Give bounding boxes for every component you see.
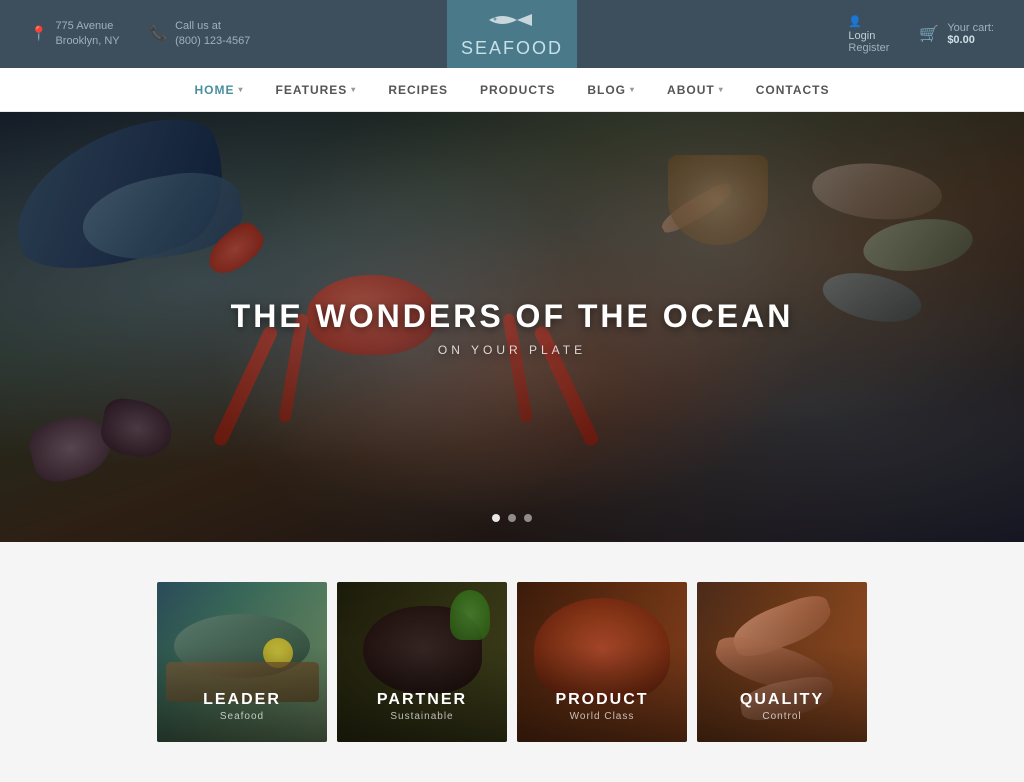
category-product-label: PRODUCT World Class — [517, 691, 687, 722]
top-bar-right: 👤 Login Register 🛒 Your cart: $0.00 — [848, 15, 994, 54]
category-leader-label: LEADER Seafood — [157, 691, 327, 722]
nav-item-home[interactable]: HOME ▾ — [179, 68, 260, 112]
top-bar-left: 📍 775 Avenue Brooklyn, NY 📞 Call us at (… — [30, 19, 250, 50]
category-partner-sub: Sustainable — [337, 711, 507, 722]
address-line2: Brooklyn, NY — [55, 34, 119, 49]
cart-area[interactable]: 🛒 Your cart: $0.00 — [919, 22, 994, 46]
location-icon: 📍 — [30, 24, 47, 44]
nav-item-blog[interactable]: BLOG ▾ — [571, 68, 651, 112]
phone-label: Call us at — [175, 19, 250, 34]
category-product-sub: World Class — [517, 711, 687, 722]
nav-link-recipes[interactable]: RECIPES — [372, 68, 464, 112]
cart-label: Your cart: — [947, 22, 994, 34]
phone-text: Call us at (800) 123-4567 — [175, 19, 250, 50]
fish-svg — [487, 10, 537, 30]
address-text: 775 Avenue Brooklyn, NY — [55, 19, 119, 50]
category-product-title: PRODUCT — [517, 691, 687, 709]
nav-link-blog[interactable]: BLOG ▾ — [571, 68, 651, 112]
cart-price: $0.00 — [947, 34, 994, 46]
nav-label-blog: BLOG — [587, 68, 626, 112]
category-product[interactable]: PRODUCT World Class — [517, 582, 687, 742]
phone-icon: 📞 — [150, 24, 167, 44]
logo-food: FOOD — [503, 38, 563, 58]
nav-link-products[interactable]: PRODUCTS — [464, 68, 571, 112]
nav-label-about: ABOUT — [667, 68, 715, 112]
phone-number: (800) 123-4567 — [175, 34, 250, 49]
nav-arrow-blog: ▾ — [630, 68, 635, 112]
category-quality-sub: Control — [697, 711, 867, 722]
address-line1: 775 Avenue — [55, 19, 119, 34]
hero-content: THE WONDERS OF THE OCEAN ON YOUR PLATE — [231, 298, 794, 357]
nav-item-about[interactable]: ABOUT ▾ — [651, 68, 740, 112]
address-info: 📍 775 Avenue Brooklyn, NY — [30, 19, 120, 50]
nav-label-contacts: CONTACTS — [756, 68, 830, 112]
phone-info: 📞 Call us at (800) 123-4567 — [150, 19, 251, 50]
nav-link-home[interactable]: HOME ▾ — [179, 68, 260, 112]
user-icon: 👤 — [848, 15, 862, 28]
slider-dot-1[interactable] — [492, 514, 500, 522]
hero-title: THE WONDERS OF THE OCEAN — [231, 298, 794, 335]
cart-info: Your cart: $0.00 — [947, 22, 994, 46]
nav-link-contacts[interactable]: CONTACTS — [740, 68, 846, 112]
nav-arrow-home: ▾ — [239, 68, 244, 112]
slider-dot-3[interactable] — [524, 514, 532, 522]
main-nav: HOME ▾ FEATURES ▾ RECIPES PRODUCTS BLOG … — [0, 68, 1024, 112]
nav-label-products: PRODUCTS — [480, 68, 555, 112]
register-label[interactable]: Register — [848, 42, 889, 54]
logo[interactable]: SEAFOOD — [447, 0, 577, 68]
category-leader[interactable]: LEADER Seafood — [157, 582, 327, 742]
logo-text: SEAFOOD — [461, 38, 563, 59]
category-partner[interactable]: PARTNER Sustainable — [337, 582, 507, 742]
nav-label-home: HOME — [195, 68, 235, 112]
login-label[interactable]: Login — [848, 30, 875, 42]
nav-label-recipes: RECIPES — [388, 68, 448, 112]
nav-arrow-about: ▾ — [719, 68, 724, 112]
top-bar: 📍 775 Avenue Brooklyn, NY 📞 Call us at (… — [0, 0, 1024, 68]
nav-arrow-features: ▾ — [351, 68, 356, 112]
category-leader-sub: Seafood — [157, 711, 327, 722]
nav-link-about[interactable]: ABOUT ▾ — [651, 68, 740, 112]
category-partner-label: PARTNER Sustainable — [337, 691, 507, 722]
category-section: LEADER Seafood PARTNER Sustainable PRODU… — [0, 542, 1024, 782]
category-partner-title: PARTNER — [337, 691, 507, 709]
slider-dot-2[interactable] — [508, 514, 516, 522]
category-quality-label: QUALITY Control — [697, 691, 867, 722]
hero-section: THE WONDERS OF THE OCEAN ON YOUR PLATE — [0, 112, 1024, 542]
nav-item-features[interactable]: FEATURES ▾ — [260, 68, 373, 112]
nav-item-products[interactable]: PRODUCTS — [464, 68, 571, 112]
login-area[interactable]: 👤 Login Register — [848, 15, 889, 54]
nav-item-contacts[interactable]: CONTACTS — [740, 68, 846, 112]
nav-list: HOME ▾ FEATURES ▾ RECIPES PRODUCTS BLOG … — [179, 68, 846, 112]
nav-label-features: FEATURES — [276, 68, 348, 112]
logo-fish-icon — [487, 10, 537, 36]
category-quality[interactable]: QUALITY Control — [697, 582, 867, 742]
logo-sea: SEA — [461, 38, 503, 58]
category-quality-title: QUALITY — [697, 691, 867, 709]
cart-icon: 🛒 — [919, 24, 939, 44]
nav-item-recipes[interactable]: RECIPES — [372, 68, 464, 112]
category-leader-title: LEADER — [157, 691, 327, 709]
nav-link-features[interactable]: FEATURES ▾ — [260, 68, 373, 112]
slider-dots — [492, 514, 532, 522]
hero-subtitle: ON YOUR PLATE — [231, 343, 794, 357]
